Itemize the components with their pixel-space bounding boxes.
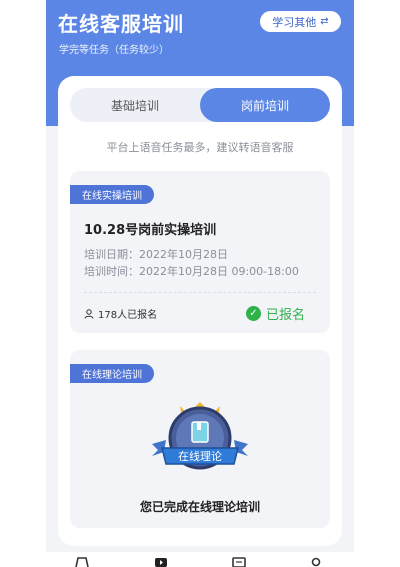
learn-other-button[interactable]: 学习其他 ⇄	[260, 11, 341, 32]
practical-tag: 在线实操培训	[70, 185, 154, 204]
training-date: 培训日期：2022年10月28日	[84, 248, 228, 261]
check-circle-icon: ✓	[246, 306, 261, 321]
theory-training-panel: 在线理论培训 在线理论 您已完成在线理论培训	[70, 350, 330, 528]
person-icon	[84, 308, 94, 319]
enrolled-count: 178人已报名	[84, 306, 157, 321]
play-icon[interactable]	[153, 556, 169, 567]
completion-text: 您已完成在线理论培训	[139, 500, 260, 514]
tab-basic-training[interactable]: 基础培训	[70, 88, 200, 122]
learn-other-label: 学习其他	[272, 15, 317, 29]
training-time: 培训时间：2022年10月28日 09:00-18:00	[84, 265, 299, 278]
page-subtitle: 学完等任务（任务较少）	[59, 45, 169, 56]
practical-title: 10.28号岗前实操培训	[84, 223, 217, 238]
swap-icon: ⇄	[320, 16, 329, 27]
theory-badge-icon: 在线理论	[152, 402, 248, 470]
bottom-nav	[46, 552, 354, 567]
training-tabs: 基础培训 岗前培训	[70, 88, 330, 122]
practical-training-panel[interactable]: 在线实操培训 10.28号岗前实操培训 培训日期：2022年10月28日 培训时…	[70, 171, 330, 333]
theory-tag: 在线理论培训	[70, 364, 154, 383]
tab-pre-job-training[interactable]: 岗前培训	[200, 88, 330, 122]
user-icon[interactable]	[308, 556, 324, 567]
phone-screen: 在线客服培训 学完等任务（任务较少） 学习其他 ⇄ 基础培训 岗前培训 平台上语…	[46, 0, 354, 567]
status-text: 已报名	[266, 308, 306, 323]
home-icon[interactable]	[74, 556, 90, 567]
hint-text: 平台上语音任务最多，建议转语音客服	[106, 141, 294, 154]
badge-label: 在线理论	[178, 449, 222, 463]
enrolled-text: 178人已报名	[98, 310, 158, 321]
enrollment-status: ✓ 已报名	[246, 304, 305, 323]
divider	[84, 292, 316, 293]
training-card: 基础培训 岗前培训 平台上语音任务最多，建议转语音客服 在线实操培训 10.28…	[58, 76, 342, 546]
list-icon[interactable]	[231, 556, 247, 567]
page-title: 在线客服培训	[58, 12, 184, 36]
